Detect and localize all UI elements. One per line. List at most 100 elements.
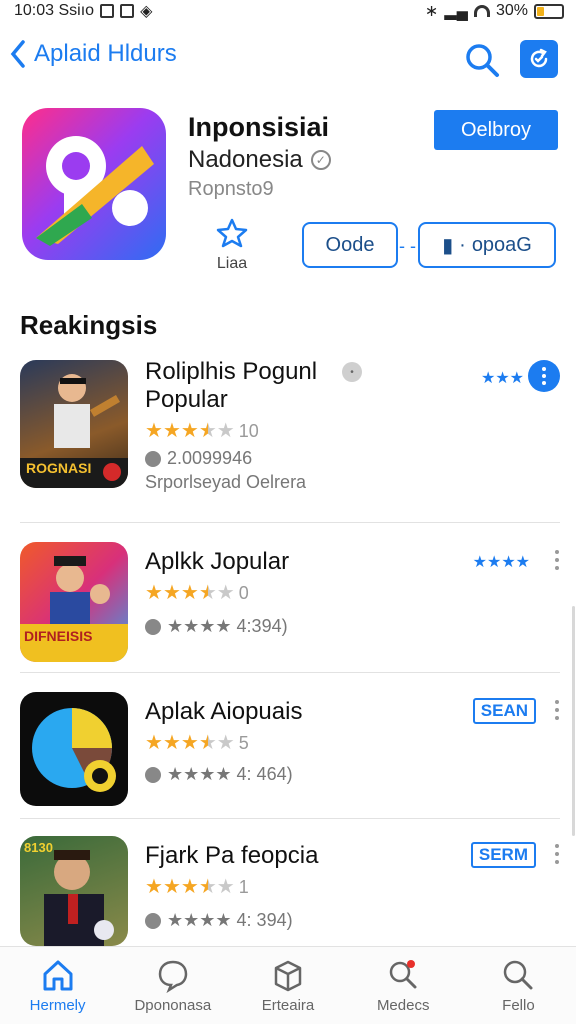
rate-button[interactable]: Liaa [212,218,252,273]
bullet-separator: · [459,233,466,256]
rank-stars: ★★★★ [472,554,530,571]
app-icon [22,108,166,260]
review-summary: ★★★★ 4: 464) [167,764,293,784]
more-options-button[interactable] [552,550,562,570]
notification-icon [100,4,115,18]
notification-icon-2 [120,4,135,18]
tab-label: Hermely [29,997,86,1014]
game-art-icon [32,708,116,792]
install-tag-button[interactable]: SEAN [472,698,536,724]
star-icon: ★ [162,420,181,442]
star-icon: ★ [162,876,181,898]
star-icon: ★ [162,582,181,604]
app-thumbnail: DIFNEISIS [20,542,128,662]
download-count: 2.0099946 [167,448,253,468]
verified-icon: ✓ [310,150,331,170]
home-icon [43,960,73,991]
tab-media[interactable]: Medecs [346,947,461,1024]
box-icon [274,960,302,992]
tab-label: Erteaira [261,997,315,1014]
meta-line: ★★★★ 4: 394) [145,910,293,931]
star-icon: ★ [198,876,217,898]
review-summary: ★★★★ 4:394) [167,616,288,636]
meta-line: ★★★★ 4: 464) [145,764,293,785]
thumbnail-badge: 8130 [24,840,53,855]
star-icon: ★ [145,582,163,604]
more-options-button[interactable] [528,360,560,392]
code-button[interactable]: Oode [302,222,398,268]
battery-icon [534,3,564,19]
sponsor-text: Srporlseyad Oelrera [145,472,307,492]
location-icon [145,618,161,635]
star-icon: ★ [145,420,163,442]
back-button[interactable]: Aplaid Hldurs [10,40,177,68]
status-bar: 10:03 Ssiıo ◈ ∗ ▂▄ 30% [0,0,576,22]
rate-label: Liaa [216,255,248,272]
option-button[interactable]: ▮ · opoaG [418,222,556,268]
chevron-left-icon [10,40,25,68]
star-icon: ★ [180,582,199,604]
rating-count: 1 [238,877,249,897]
star-outline-icon [216,218,248,248]
search-badge-icon [389,960,417,989]
install-tag-button[interactable]: SERM [470,842,536,868]
tab-messages[interactable]: Dpononasa [115,947,230,1024]
app-logo-icon [36,136,154,246]
divider [20,818,560,819]
star-icon: ★ [198,420,217,442]
star-icon: ★ [198,732,217,754]
app-name: Aplak Aiopuais [145,698,303,725]
refresh-icon [530,48,548,68]
rating-count: 10 [238,421,259,441]
rating-count: 0 [238,583,249,603]
tab-box[interactable]: Erteaira [230,947,345,1024]
list-item[interactable]: ROGNASI Roliplhis Pogunl Popular ★★★★★ 10… [0,356,576,496]
more-options-button[interactable] [552,700,562,720]
list-item[interactable]: 8130 Fjark Pa feopcia ★★★★★ 1 ★★★★ 4: 394… [0,834,576,946]
thumbnail-title: DIFNEISIS [24,628,93,644]
option-button-label: opoaG [471,233,532,256]
app-name: Aplkk Jopular [145,548,290,575]
thumbnail-title: ROGNASI [26,460,92,476]
code-button-label: Oode [325,233,375,256]
info-icon: • [342,362,362,382]
rating-stars: ★★★★★ 5 [145,730,249,755]
game-controller-icon [145,450,161,467]
refresh-button[interactable] [520,40,558,78]
app-name: Fjark Pa feopcia [145,842,319,869]
tab-search[interactable]: Fello [461,947,576,1024]
section-title: Reakingsis [20,310,158,340]
app-thumbnail: ROGNASI [20,360,128,488]
search-icon [504,960,533,990]
star-icon: ★ [216,876,235,898]
rank-stars: ★★★ [480,370,524,387]
more-options-button[interactable] [552,844,562,864]
tab-label: Medecs [376,997,430,1014]
shield-icon: ◈ [140,3,153,20]
app-subtitle-text: Nadonesia [188,146,303,173]
rating-stars: ★★★★★ 0 [145,580,249,605]
app-title: Inponsisiai [188,112,330,142]
signal-icon: ▂▄ [444,3,468,20]
chat-bubble-icon [158,960,188,993]
scrollbar[interactable] [572,606,575,836]
game-art-icon [20,556,128,662]
dash-separator: - - [399,236,416,256]
star-icon: ★ [145,732,163,754]
divider [20,522,560,523]
rating-stars: ★★★★★ 10 [145,418,259,443]
list-item[interactable]: DIFNEISIS Aplkk Jopular ★★★★★ 0 ★★★★ 4:39… [0,540,576,664]
tab-home[interactable]: Hermely [0,947,115,1024]
star-icon: ★ [162,732,181,754]
get-button[interactable]: Oelbroy [434,110,558,150]
document-icon: ▮ [442,234,454,257]
star-icon: ★ [180,876,199,898]
app-thumbnail: 8130 [20,836,128,946]
star-icon: ★ [216,420,235,442]
location-icon [145,766,161,783]
search-button[interactable] [462,40,502,80]
wifi-icon [473,5,490,17]
battery-percent: 30% [495,2,528,19]
list-item[interactable]: Aplak Aiopuais ★★★★★ 5 ★★★★ 4: 464) SEAN [0,690,576,810]
meta-line: 2.0099946 [145,448,252,469]
